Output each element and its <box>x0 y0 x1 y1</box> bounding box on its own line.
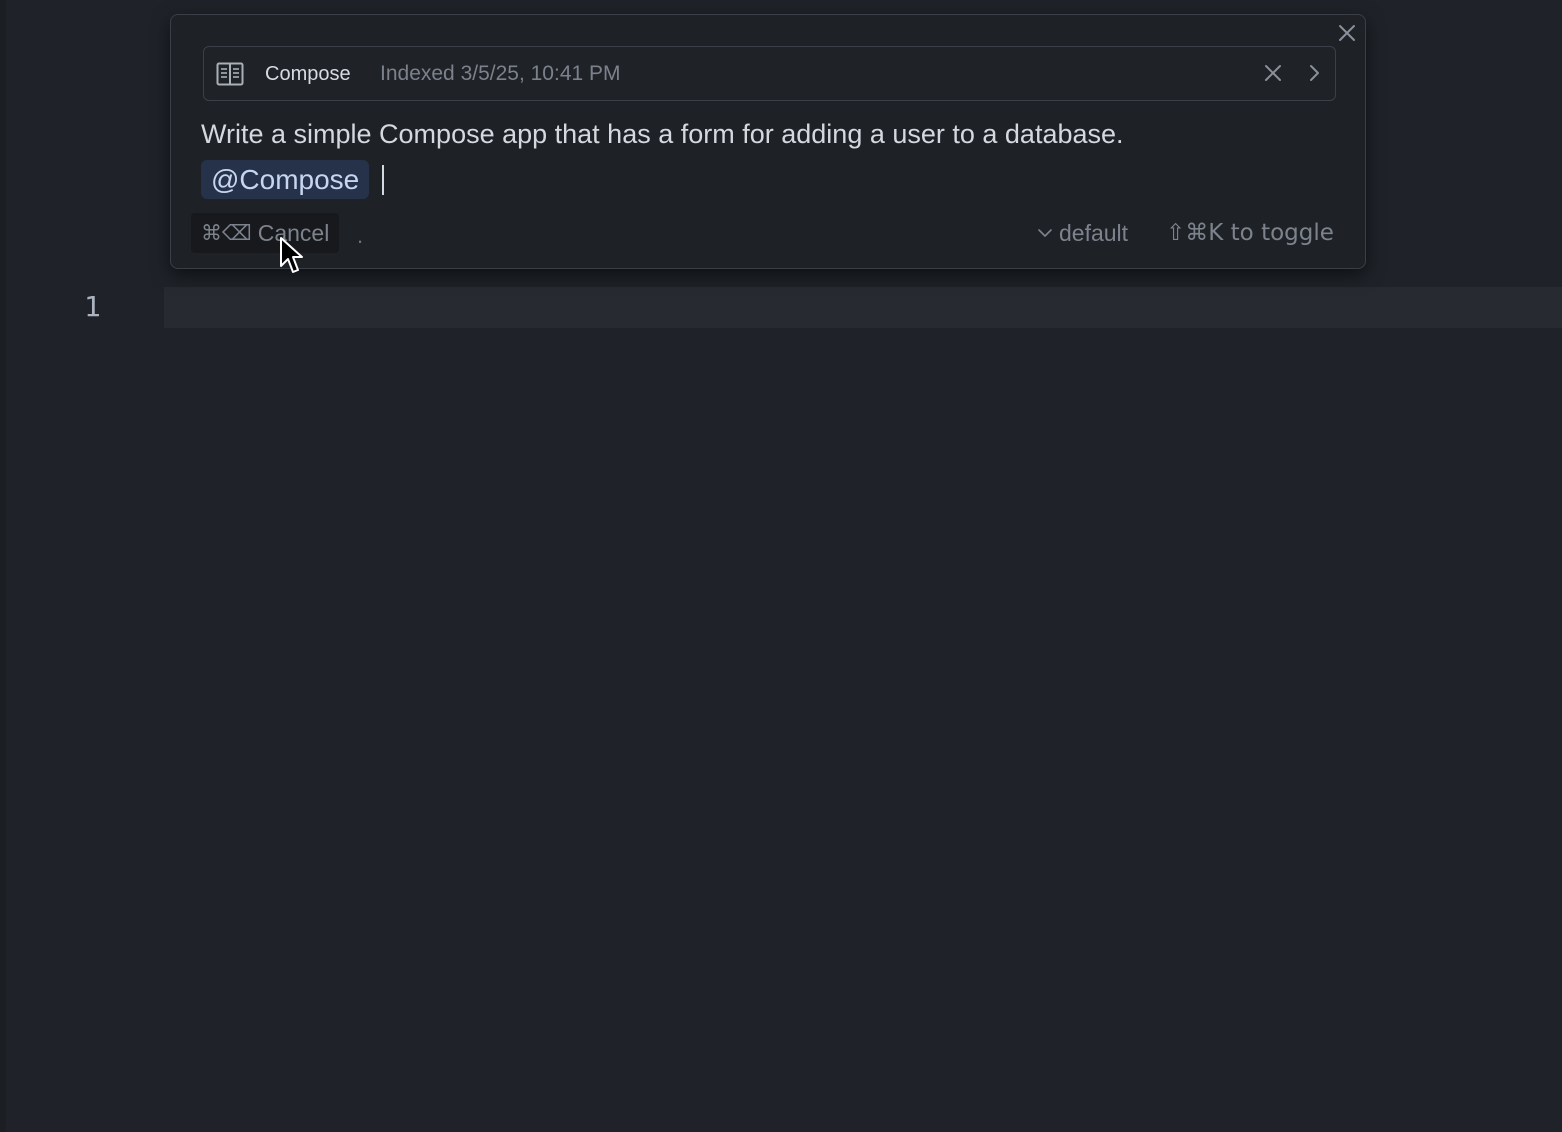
prompt-input-text[interactable]: Write a simple Compose app that has a fo… <box>201 119 1124 150</box>
remove-context-icon[interactable] <box>1261 61 1285 85</box>
book-icon <box>216 61 244 87</box>
text-caret <box>382 165 384 195</box>
cancel-shortcut: ⌘⌫ <box>201 221 252 245</box>
mention-chip[interactable]: @Compose <box>201 160 370 199</box>
footer-separator: . <box>357 223 364 248</box>
close-icon[interactable] <box>1335 21 1359 45</box>
line-number: 1 <box>84 290 101 323</box>
chevron-right-icon[interactable] <box>1302 61 1326 85</box>
cancel-button[interactable]: ⌘⌫ Cancel <box>191 213 340 253</box>
inline-prompt-popup[interactable]: Compose Indexed 3/5/25, 10:41 PM Write a… <box>170 14 1366 269</box>
mouse-pointer-icon <box>279 236 305 276</box>
chevron-down-icon <box>1037 220 1053 247</box>
current-line-highlight <box>164 287 1562 328</box>
model-select[interactable]: default <box>1037 220 1128 247</box>
toggle-hint: ⇧⌘K to toggle <box>1166 220 1334 246</box>
model-label: default <box>1059 220 1129 246</box>
context-chip[interactable]: Compose Indexed 3/5/25, 10:41 PM <box>203 46 1336 101</box>
editor-left-edge <box>0 0 6 1132</box>
context-name: Compose <box>265 63 351 85</box>
code-editor[interactable]: 1 Compose Indexed 3/5/25, 10:41 PM Write… <box>0 0 1562 1132</box>
context-indexed-date: Indexed 3/5/25, 10:41 PM <box>380 62 621 85</box>
